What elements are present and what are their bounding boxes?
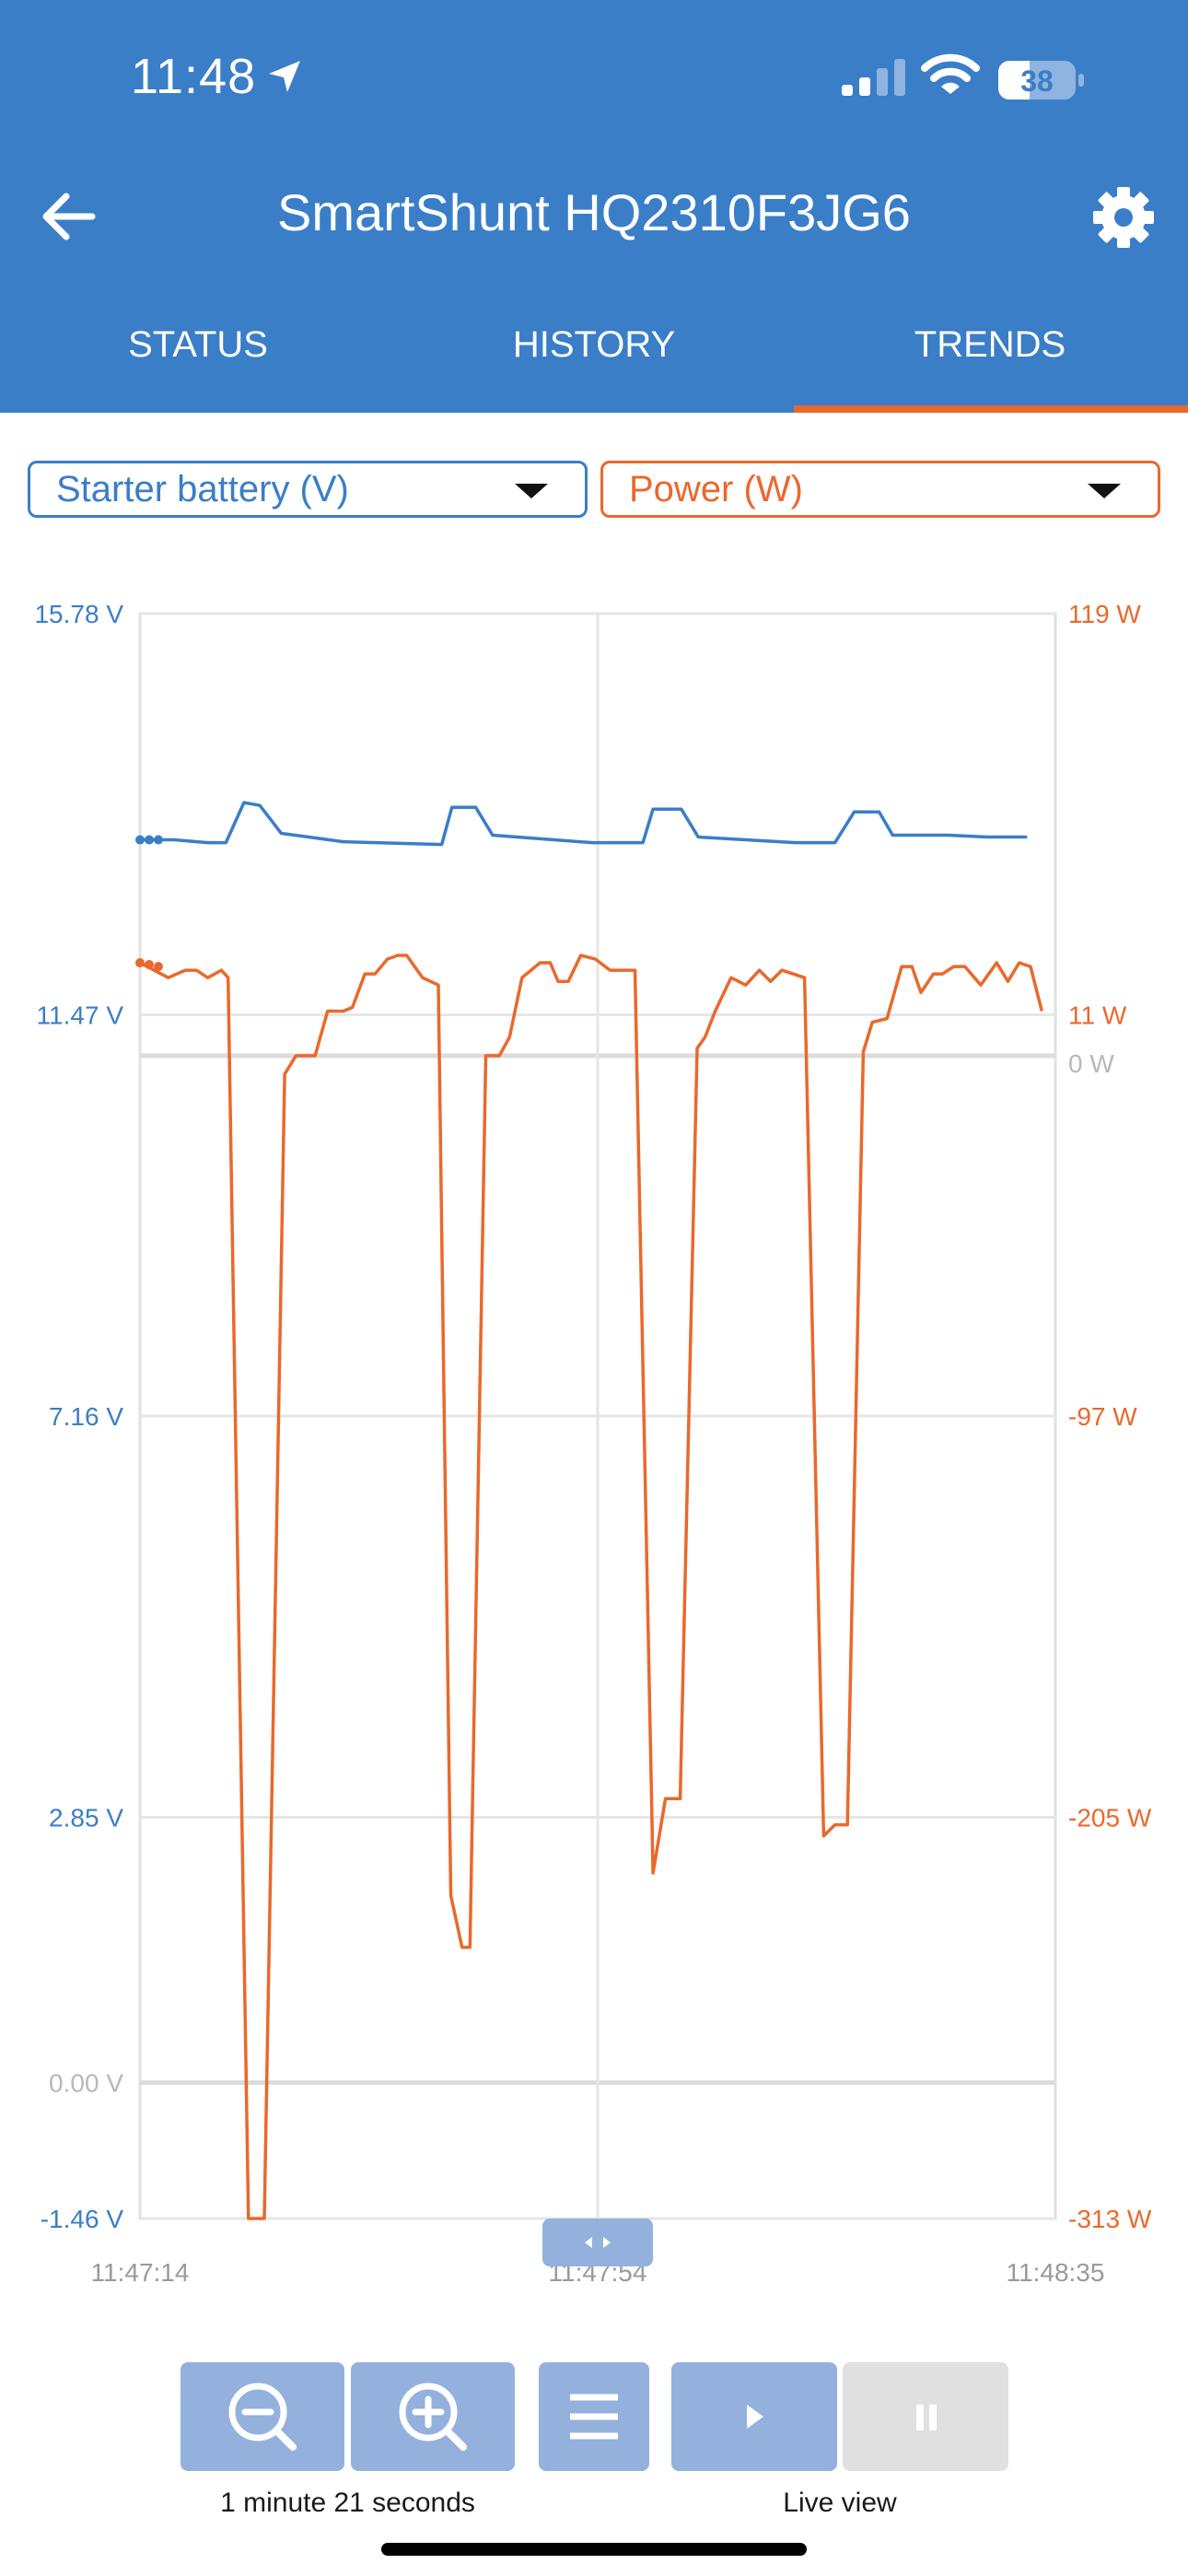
left-series-select[interactable]: Starter battery (V) — [28, 461, 588, 518]
left-series-label: Starter battery (V) — [56, 469, 349, 509]
series-start-marker — [145, 835, 154, 845]
pause-icon — [916, 2405, 937, 2430]
status-time: 11:48 — [131, 49, 257, 104]
device-title: SmartShunt HQ2310F3JG6 — [277, 183, 911, 241]
location-arrow-icon — [269, 61, 300, 92]
y-left-tick-label: 0.00 V — [49, 2068, 123, 2097]
cellular-signal-icon — [842, 59, 905, 96]
x-tick-label: 11:47:14 — [91, 2258, 190, 2287]
y-left-tick-label: 2.85 V — [49, 1804, 123, 1832]
right-series-select[interactable]: Power (W) — [600, 461, 1160, 518]
voltage-series-line — [140, 801, 1028, 847]
series-start-marker — [154, 962, 163, 972]
live-view-caption: Live view — [783, 2488, 897, 2518]
y-left-tick-label: 11.47 V — [37, 1001, 124, 1030]
battery-level: 38 — [1020, 64, 1054, 98]
y-right-tick-label: 11 W — [1068, 1001, 1127, 1030]
x-tick-label: 11:48:35 — [1007, 2258, 1105, 2287]
zoom-in-icon — [399, 2383, 467, 2451]
chevron-down-icon — [515, 484, 548, 498]
y-right-tick-label: 119 W — [1068, 600, 1141, 628]
menu-button[interactable] — [539, 2362, 649, 2471]
play-button[interactable] — [671, 2362, 837, 2471]
y-right-tick-label: -97 W — [1068, 1402, 1137, 1431]
tab-trends[interactable]: TRENDS — [792, 324, 1188, 366]
trend-chart: 15.78 V 11.47 V 7.16 V 2.85 V 0.00 V -1.46 V 1… — [34, 600, 1152, 2287]
y-right-tick-label: -205 W — [1068, 1804, 1152, 1832]
pause-button[interactable] — [843, 2362, 1008, 2471]
y-left-tick-label: 7.16 V — [49, 1402, 123, 1431]
zoom-out-button[interactable] — [181, 2362, 344, 2471]
y-left-tick-label: 15.78 V — [34, 600, 123, 628]
series-start-marker — [145, 960, 154, 970]
menu-icon — [570, 2394, 618, 2440]
active-tab-indicator — [794, 405, 1188, 413]
y-right-tick-label: 0 W — [1068, 1049, 1114, 1078]
power-series-line — [139, 954, 1043, 2220]
series-start-marker — [135, 958, 145, 968]
home-indicator — [381, 2543, 807, 2556]
y-right-tick-label: -313 W — [1068, 2205, 1152, 2233]
tab-history[interactable]: HISTORY — [396, 324, 792, 366]
tab-status[interactable]: STATUS — [0, 324, 396, 366]
zoom-out-icon — [228, 2383, 297, 2451]
y-left-tick-label: -1.46 V — [41, 2205, 124, 2233]
right-series-label: Power (W) — [629, 469, 803, 509]
zoom-range-caption: 1 minute 21 seconds — [220, 2488, 475, 2518]
battery-icon: 38 — [998, 61, 1084, 100]
wifi-icon — [921, 53, 980, 94]
chevron-down-icon — [1088, 484, 1121, 498]
series-start-marker — [154, 835, 163, 845]
app-header: 11:48 38 SmartShunt HQ2310F3JG6 STATUS H… — [0, 0, 1188, 413]
play-icon — [747, 2405, 763, 2429]
scroll-handle — [542, 2219, 653, 2266]
zoom-in-button[interactable] — [351, 2362, 515, 2471]
settings-gear-icon[interactable] — [1087, 181, 1160, 254]
series-start-marker — [135, 835, 145, 845]
